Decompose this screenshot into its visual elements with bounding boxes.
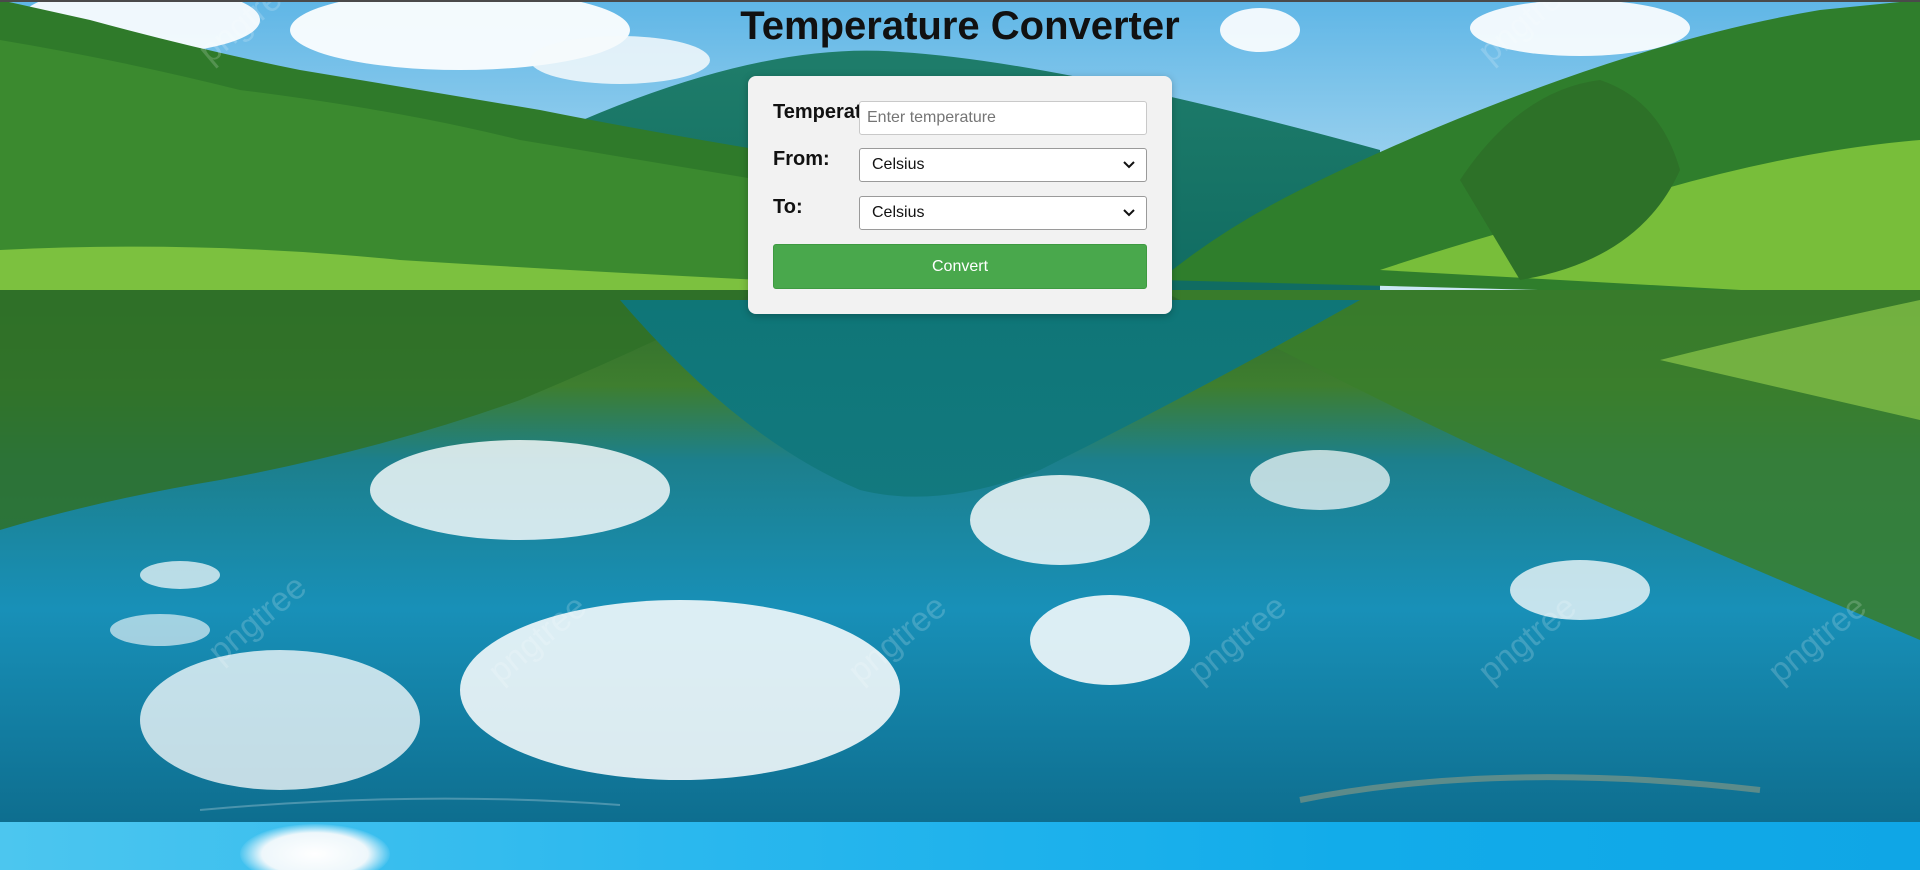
to-unit-select[interactable]: Celsius	[859, 196, 1147, 230]
cloud-shape	[240, 824, 390, 870]
temperature-label: Temperature:	[773, 101, 859, 123]
from-unit-select[interactable]: Celsius	[859, 148, 1147, 182]
window-top-border	[0, 0, 1920, 2]
to-row: To: Celsius	[773, 196, 1147, 230]
page: pngtree pngtree pngtree pngtree pngtree …	[0, 0, 1920, 870]
page-title: Temperature Converter	[740, 4, 1180, 48]
temperature-input[interactable]	[859, 101, 1147, 135]
chevron-down-icon	[1122, 206, 1136, 220]
from-row: From: Celsius	[773, 148, 1147, 182]
from-label: From:	[773, 148, 830, 170]
from-unit-selected-value: Celsius	[872, 156, 925, 173]
chevron-down-icon	[1122, 158, 1136, 172]
background-sky-strip	[0, 822, 1920, 870]
temperature-row: Temperature:	[773, 101, 1147, 135]
to-label: To:	[773, 196, 803, 218]
convert-button[interactable]: Convert	[773, 244, 1147, 289]
to-unit-selected-value: Celsius	[872, 204, 925, 221]
converter-form-card: Temperature: From: Celsius To: Celsius C…	[748, 76, 1172, 314]
